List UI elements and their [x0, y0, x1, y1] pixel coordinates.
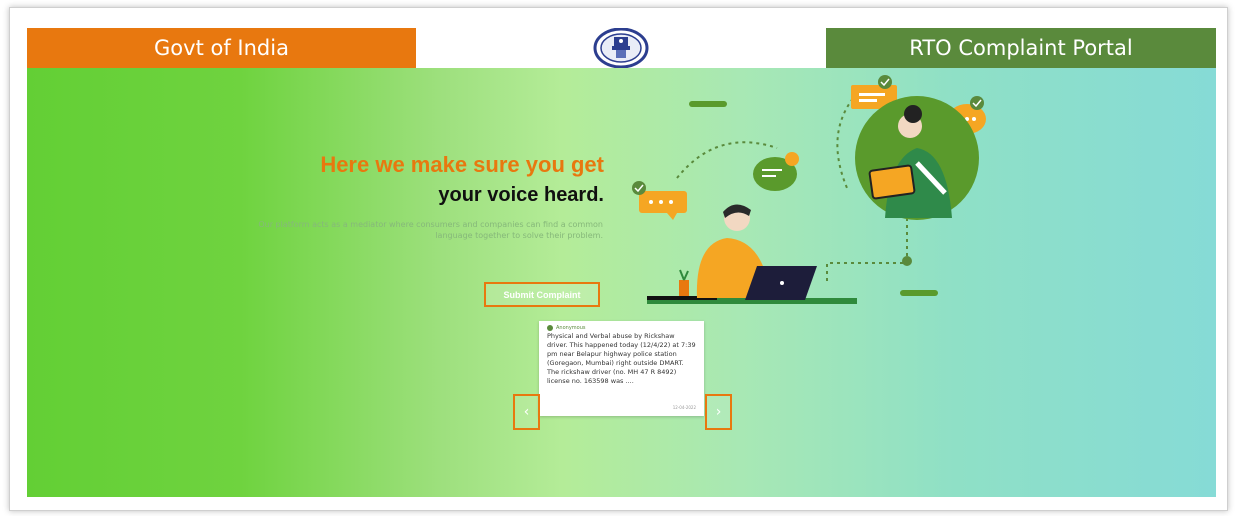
- dotted-node: [902, 256, 912, 266]
- chat-bubble-middle-icon: [753, 152, 799, 191]
- complaint-text: Physical and Verbal abuse by Rickshaw dr…: [547, 332, 696, 385]
- hero-section: Here we make sure you get your voice hea…: [27, 68, 1216, 497]
- complaint-date: 12-04-2022: [672, 405, 696, 410]
- site-header: Govt of India RTO Complaint Portal: [27, 28, 1216, 68]
- emblem-area: [416, 28, 826, 68]
- woman-with-tablet-illustration: [855, 96, 979, 220]
- carousel-next-button[interactable]: ›: [705, 394, 732, 430]
- submit-complaint-button[interactable]: Submit Complaint: [484, 282, 600, 307]
- chat-bubble-left-icon: [632, 181, 687, 220]
- dotted-path-3: [826, 218, 908, 283]
- headline-line-2: your voice heard.: [438, 184, 604, 206]
- hero-subtitle: Our platform acts as a mediator where co…: [258, 220, 603, 240]
- decor-dash-top: [689, 101, 727, 107]
- national-emblem-icon: [593, 28, 649, 68]
- decor-dash-right: [900, 290, 938, 296]
- rto-portal-label: RTO Complaint Portal: [909, 36, 1133, 60]
- complaint-username: Anonymous: [556, 325, 586, 331]
- hero-headline: Here we make sure you get your voice hea…: [320, 150, 604, 210]
- govt-of-india-label: Govt of India: [154, 36, 289, 60]
- chevron-right-icon: ›: [715, 404, 722, 420]
- carousel-prev-button[interactable]: ‹: [513, 394, 540, 430]
- rto-portal-banner: RTO Complaint Portal: [826, 28, 1216, 68]
- user-avatar-icon: [547, 325, 553, 331]
- chevron-left-icon: ‹: [523, 404, 530, 420]
- complaint-user: Anonymous: [547, 325, 696, 331]
- complaint-card[interactable]: Anonymous Physical and Verbal abuse by R…: [539, 321, 704, 416]
- support-illustration: [632, 75, 986, 304]
- govt-of-india-banner: Govt of India: [27, 28, 416, 68]
- headline-line-1: Here we make sure you get: [320, 152, 604, 177]
- man-with-laptop-illustration: [647, 204, 857, 304]
